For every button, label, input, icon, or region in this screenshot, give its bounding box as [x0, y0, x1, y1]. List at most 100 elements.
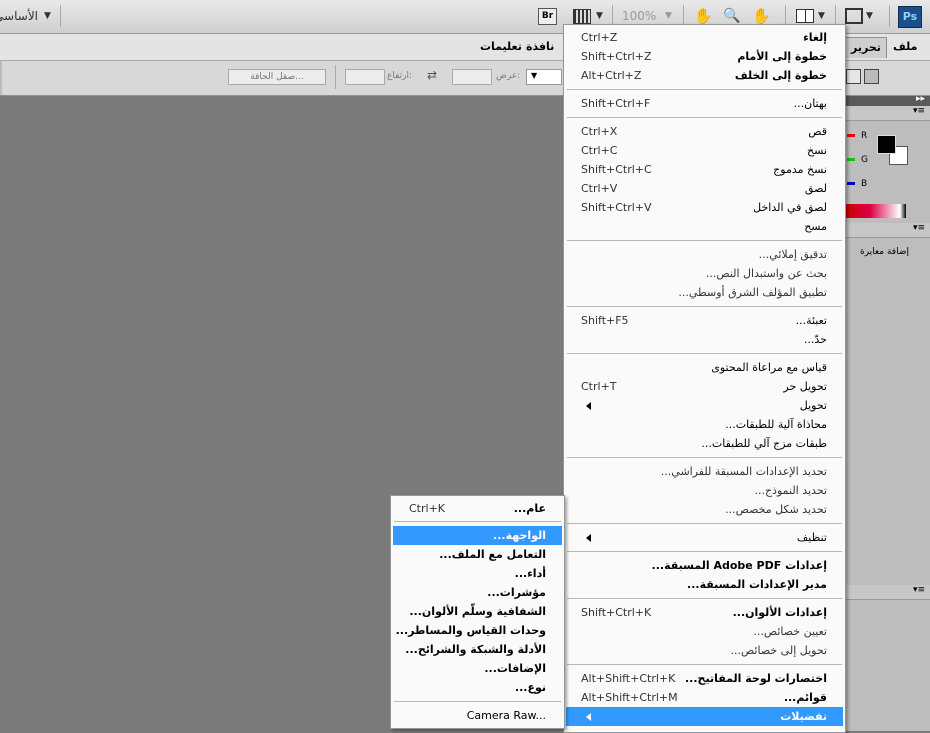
edit-menu-item[interactable]: إعدادات Adobe PDF المسبقة...	[566, 556, 843, 575]
edit-menu-item[interactable]: تدقيق إملائي...	[566, 245, 843, 264]
mini-bridge-icon[interactable]	[573, 9, 591, 24]
menu-separator	[567, 89, 842, 90]
screen-mode-icon[interactable]	[845, 8, 863, 24]
edit-menu-item[interactable]: تعبئة... Shift+F5	[566, 311, 843, 330]
edit-menu-item[interactable]: نسخ Ctrl+C	[566, 141, 843, 160]
preferences-menu-item[interactable]: مؤشرات...	[393, 583, 562, 602]
style-select[interactable]: ▼	[526, 69, 562, 85]
edit-menu-item[interactable]: إلغاء Ctrl+Z	[566, 28, 843, 47]
chevron-down-icon[interactable]: ▼	[44, 8, 51, 24]
chevron-down-icon[interactable]: ▼	[818, 8, 825, 24]
menu-window[interactable]: نافذة	[526, 40, 554, 53]
arrange-documents-icon[interactable]	[796, 9, 814, 23]
r-label: R	[861, 131, 868, 141]
submenu-arrow-icon	[586, 534, 591, 542]
menu-file[interactable]: ملف	[893, 40, 917, 53]
preferences-menu-item-label: الشفافية وسلّم الألوان...	[409, 605, 546, 618]
edit-menu-item[interactable]: لصق Ctrl+V	[566, 179, 843, 198]
menu-separator	[567, 353, 842, 354]
edit-menu-item[interactable]: تحديد الإعدادات المسبقة للفراشي...	[566, 462, 843, 481]
zoom-tool-icon[interactable]: 🔍	[723, 8, 740, 24]
width-field[interactable]	[452, 69, 492, 85]
edit-menu-item[interactable]: طبقات مزج آلي للطبقات...	[566, 434, 843, 453]
preferences-menu-item[interactable]: الواجهة...	[393, 526, 562, 545]
bridge-button[interactable]: Br	[538, 8, 557, 25]
edit-menu-item[interactable]: خطوة إلى الخلف Alt+Ctrl+Z	[566, 66, 843, 85]
adjustments-panel-tab[interactable]: ▾≡	[846, 223, 930, 238]
edit-menu-item[interactable]: تطبيق المؤلف الشرق أوسطي...	[566, 283, 843, 302]
chevron-down-icon[interactable]: ▼	[596, 8, 603, 24]
preferences-menu-item[interactable]: نوع...	[393, 678, 562, 697]
shortcut-label: Ctrl+Z	[581, 31, 618, 44]
edit-menu-item[interactable]: تحديد شكل مخصص...	[566, 500, 843, 519]
menu-separator	[567, 457, 842, 458]
chevron-down-icon[interactable]: ▼	[866, 8, 873, 24]
edit-menu-item[interactable]: تحويل	[566, 396, 843, 415]
edit-menu-item[interactable]: اختصارات لوحة المفاتيح... Alt+Shift+Ctrl+…	[566, 669, 843, 688]
edit-menu-item[interactable]: حدّ...	[566, 330, 843, 349]
red-slider-icon	[847, 134, 855, 137]
hand-tool-icon[interactable]: ✋	[694, 8, 713, 24]
shortcut-label: Ctrl+C	[581, 144, 618, 157]
swap-icon[interactable]: ⇄	[427, 68, 437, 82]
panel-menu-icon[interactable]: ▾≡	[913, 106, 925, 116]
preferences-menu-item[interactable]: الأدلة والشبكة والشرائح...	[393, 640, 562, 659]
edit-menu-item[interactable]: لصق في الداخل Shift+Ctrl+V	[566, 198, 843, 217]
edit-menu-item[interactable]: تفضيلات	[566, 707, 843, 726]
edit-menu-item-label: تعيين خصائص...	[753, 625, 827, 638]
edit-menu-item[interactable]: تحديد النموذج...	[566, 481, 843, 500]
workspace-switcher[interactable]: الأساسي	[0, 8, 38, 24]
color-ramp[interactable]	[846, 204, 906, 218]
chevron-down-icon[interactable]: ▼	[665, 8, 672, 24]
edit-menu-item[interactable]: بهتان... Shift+Ctrl+F	[566, 94, 843, 113]
edit-menu-item[interactable]: قياس مع مراعاة المحتوى	[566, 358, 843, 377]
panel-toggle-icon[interactable]	[846, 69, 861, 84]
menu-help[interactable]: تعليمات	[480, 40, 522, 53]
preferences-menu-item[interactable]: عام... Ctrl+K	[393, 499, 562, 518]
separator	[889, 5, 890, 27]
preferences-menu-item-label: وحدات القياس والمساطر...	[395, 624, 546, 637]
g-label: G	[861, 155, 868, 165]
edit-menu-item[interactable]: مسح	[566, 217, 843, 236]
shortcut-label: Alt+Ctrl+Z	[581, 69, 642, 82]
foreground-color-swatch[interactable]	[877, 135, 896, 154]
rotate-view-icon[interactable]: ✋	[752, 8, 771, 24]
edit-menu-item[interactable]: بحث عن واستبدال النص...	[566, 264, 843, 283]
edit-menu-item[interactable]: إعدادات الألوان... Shift+Ctrl+K	[566, 603, 843, 622]
zoom-level[interactable]: 100%	[622, 8, 656, 24]
preferences-menu-item-label: الواجهة...	[493, 529, 546, 542]
edit-menu-item[interactable]: تحويل حر Ctrl+T	[566, 377, 843, 396]
panel-toggle-icon[interactable]	[864, 69, 879, 84]
panel-menu-icon[interactable]: ▾≡	[913, 223, 925, 233]
refine-edge-button[interactable]: صقل الحافة...	[228, 69, 326, 85]
preferences-menu-item[interactable]: أداء...	[393, 564, 562, 583]
submenu-arrow-icon	[586, 713, 591, 721]
layers-panel-tab[interactable]: ▾≡	[846, 585, 930, 600]
edit-menu-item[interactable]: تنظيف	[566, 528, 843, 547]
collapse-icon[interactable]: ▸▸	[916, 94, 925, 104]
edit-menu-item[interactable]: نسخ مدموج Shift+Ctrl+C	[566, 160, 843, 179]
edit-menu-item-label: خطوة إلى الأمام	[737, 50, 827, 63]
preferences-menu-item[interactable]: التعامل مع الملف...	[393, 545, 562, 564]
menu-edit[interactable]: تحرير	[845, 37, 887, 58]
panel-collapse-bar[interactable]: ▸▸	[846, 94, 930, 106]
edit-menu-item[interactable]: خطوة إلى الأمام Shift+Ctrl+Z	[566, 47, 843, 66]
shortcut-label: Shift+Ctrl+Z	[581, 50, 652, 63]
edit-menu-item[interactable]: تحويل إلى خصائص...	[566, 641, 843, 660]
color-panel-tab[interactable]: ▾≡	[846, 106, 930, 121]
edit-menu-item[interactable]: قص Ctrl+X	[566, 122, 843, 141]
preferences-menu-item[interactable]: وحدات القياس والمساطر...	[393, 621, 562, 640]
edit-menu-item[interactable]: تعيين خصائص...	[566, 622, 843, 641]
edit-menu-item[interactable]: مدير الإعدادات المسبقة...	[566, 575, 843, 594]
preferences-menu-item[interactable]: Camera Raw...	[393, 706, 562, 725]
panel-menu-icon[interactable]: ▾≡	[913, 585, 925, 595]
preferences-menu-item-label: أداء...	[514, 567, 546, 580]
edit-menu-item[interactable]: محاذاة آلية للطبقات...	[566, 415, 843, 434]
menu-separator	[394, 701, 561, 702]
menu-separator	[567, 598, 842, 599]
height-field[interactable]	[345, 69, 385, 85]
preferences-menu-item[interactable]: الإضافات...	[393, 659, 562, 678]
preferences-menu-item[interactable]: الشفافية وسلّم الألوان...	[393, 602, 562, 621]
menu-separator	[394, 521, 561, 522]
edit-menu-item[interactable]: قوائم... Alt+Shift+Ctrl+M	[566, 688, 843, 707]
